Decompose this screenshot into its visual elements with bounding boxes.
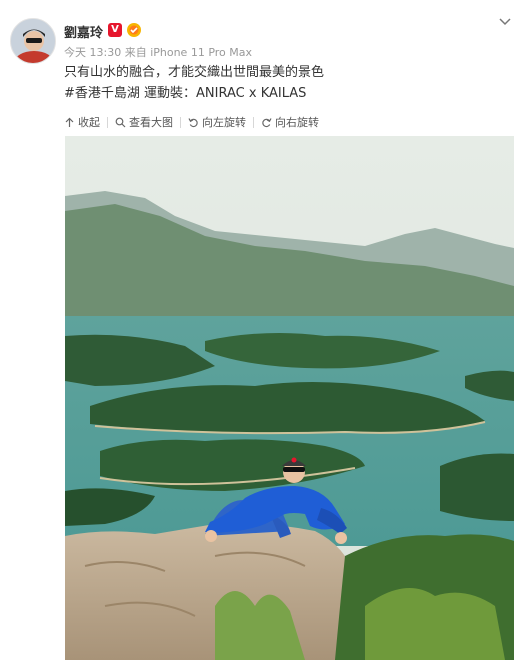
rotate-right-label: 向右旋转 [275, 116, 319, 129]
avatar[interactable] [10, 18, 56, 64]
post-source: 来自 iPhone 11 Pro Max [124, 46, 253, 59]
verified-badge: V [108, 23, 122, 37]
post-time[interactable]: 今天 13:30 [64, 46, 121, 59]
post-photo[interactable] [65, 136, 514, 660]
author-name[interactable]: 劉嘉玲 [64, 22, 103, 41]
view-large-button[interactable]: 查看大图 [115, 114, 173, 130]
post-text: 只有山水的融合，才能交織出世間最美的景色 #香港千島湖 運動裝：ANIRAC x… [64, 62, 504, 104]
hashtag-link[interactable]: #香港千島湖 [64, 86, 140, 101]
post-text-line2-rest: 運動裝：ANIRAC x KAILAS [139, 86, 307, 101]
medal-icon [126, 22, 142, 38]
chevron-down-icon[interactable] [496, 12, 514, 30]
image-toolbar: 收起 查看大图 向左旋转 向右旋转 [64, 112, 319, 132]
rotate-right-button[interactable]: 向右旋转 [261, 114, 319, 130]
rotate-left-label: 向左旋转 [202, 116, 246, 129]
rotate-left-button[interactable]: 向左旋转 [188, 114, 246, 130]
view-large-label: 查看大图 [129, 116, 173, 129]
post-meta: 今天 13:30 来自 iPhone 11 Pro Max [64, 44, 252, 60]
post-text-line2: #香港千島湖 運動裝：ANIRAC x KAILAS [64, 83, 504, 104]
collapse-icon [65, 117, 74, 127]
collapse-button[interactable]: 收起 [64, 114, 100, 130]
toolbar-divider [107, 116, 108, 128]
toolbar-divider [180, 116, 181, 128]
toolbar-divider [253, 116, 254, 128]
collapse-label: 收起 [78, 116, 100, 129]
post-text-line1: 只有山水的融合，才能交織出世間最美的景色 [64, 65, 325, 80]
search-icon [115, 117, 126, 127]
rotate-right-icon [262, 117, 272, 127]
weibo-post-card: 劉嘉玲 V 今天 13:30 来自 iPhone 11 Pro Max 只有山水… [0, 0, 522, 660]
rotate-left-icon [188, 117, 198, 127]
